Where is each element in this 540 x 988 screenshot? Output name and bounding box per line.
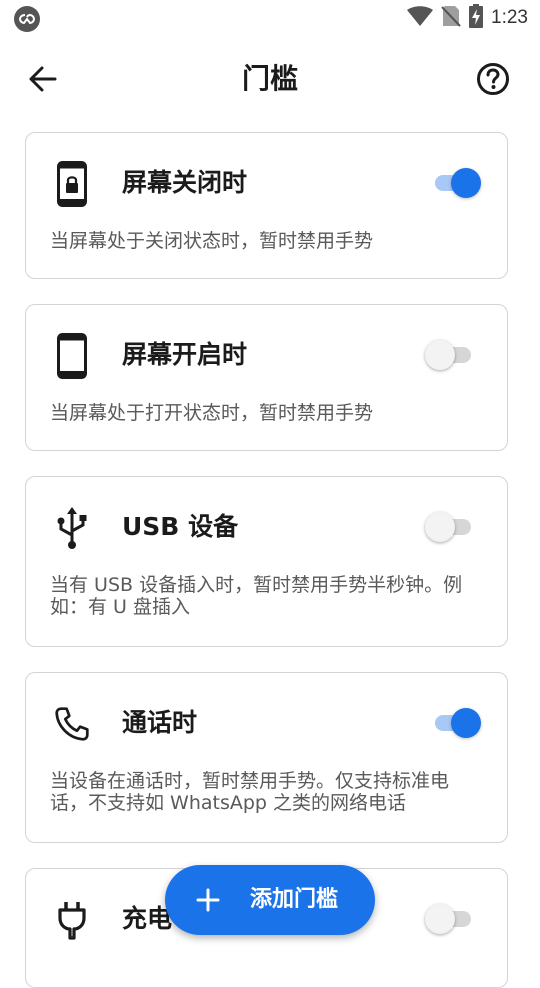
app-bar: 门槛: [0, 48, 540, 110]
threshold-card-call: 通话时 当设备在通话时，暂时禁用手势。仅支持标准电话，不支持如 WhatsApp…: [25, 672, 508, 843]
help-button[interactable]: [474, 60, 512, 98]
phone-call-icon: [54, 701, 90, 747]
app-notification-icon: [14, 6, 40, 32]
threshold-description: 当屏幕处于关闭状态时，暂时禁用手势: [50, 230, 374, 252]
threshold-description: 当屏幕处于打开状态时，暂时禁用手势: [50, 402, 374, 424]
page-title: 门槛: [241, 62, 298, 95]
threshold-card-screen-on: 屏幕开启时 当屏幕处于打开状态时，暂时禁用手势: [25, 304, 508, 451]
screen-on-toggle[interactable]: [425, 340, 475, 370]
phone-lock-icon: [54, 161, 90, 207]
threshold-description: 当设备在通话时，暂时禁用手势。仅支持标准电话，不支持如 WhatsApp 之类的…: [50, 770, 450, 814]
power-plug-icon: [54, 897, 90, 943]
threshold-card-screen-off: 屏幕关闭时 当屏幕处于关闭状态时，暂时禁用手势: [25, 132, 508, 279]
help-icon: [477, 63, 509, 95]
threshold-title: 充电: [122, 904, 173, 933]
status-bar: 1:23: [0, 0, 540, 36]
add-threshold-label: 添加门槛: [250, 887, 339, 912]
battery-charging-icon: [469, 4, 484, 32]
threshold-title: 屏幕关闭时: [122, 168, 248, 197]
usb-icon: [54, 505, 90, 551]
threshold-title: 通话时: [122, 708, 198, 737]
threshold-description: 当有 USB 设备插入时，暂时禁用手势半秒钟。例如：有 U 盘插入: [50, 574, 463, 618]
phone-icon: [54, 333, 90, 379]
status-time: 1:23: [491, 7, 528, 28]
call-toggle[interactable]: [431, 708, 481, 738]
threshold-title: 屏幕开启时: [122, 340, 248, 369]
threshold-title: USB 设备: [122, 512, 239, 541]
threshold-card-usb: USB 设备 当有 USB 设备插入时，暂时禁用手势半秒钟。例如：有 U 盘插入: [25, 476, 508, 647]
usb-toggle[interactable]: [425, 512, 475, 542]
screen-off-toggle[interactable]: [431, 168, 481, 198]
charging-toggle[interactable]: [425, 904, 475, 934]
add-threshold-button[interactable]: 添加门槛: [165, 865, 375, 935]
plus-icon: [196, 888, 220, 912]
no-sim-icon: [441, 5, 461, 31]
wifi-icon: [407, 6, 434, 30]
